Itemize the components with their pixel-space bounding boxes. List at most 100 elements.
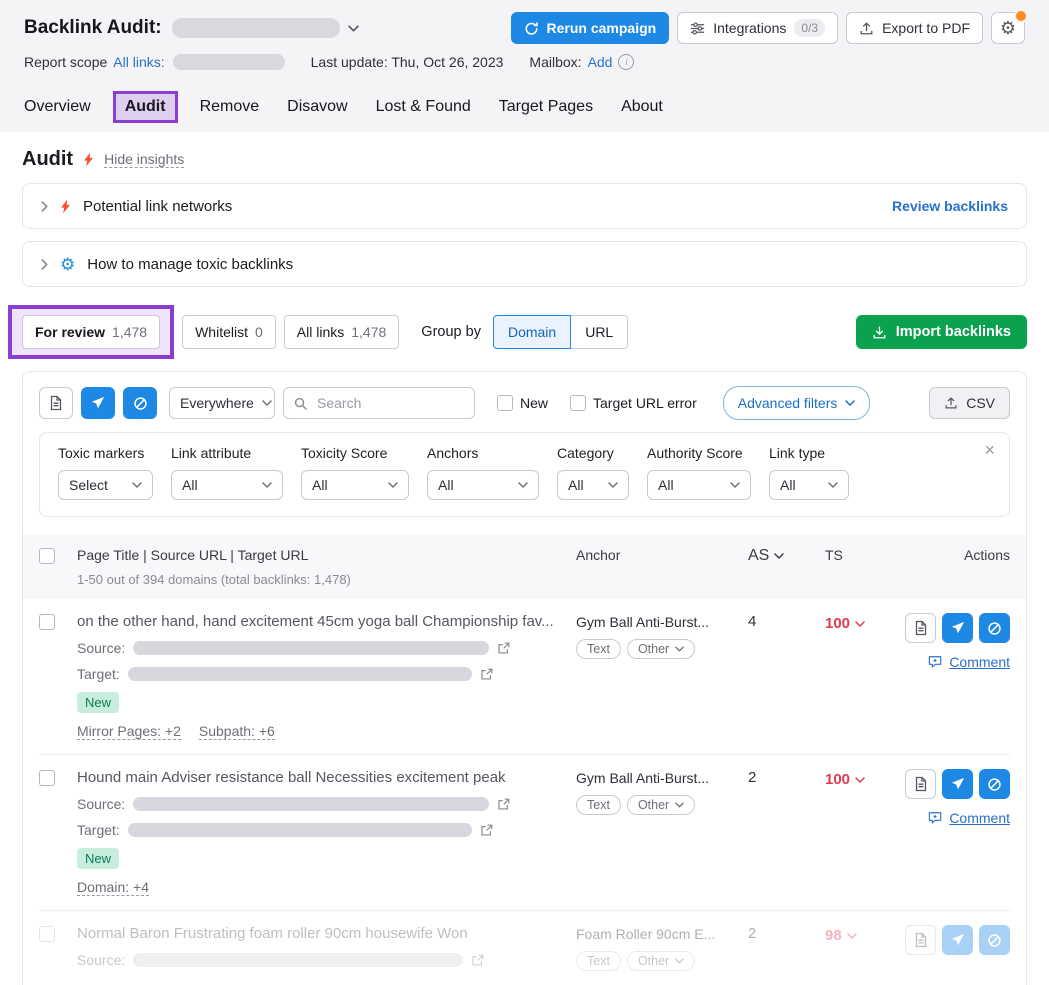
backlink-row: on the other hand, hand excitement 45cm …	[39, 599, 1010, 755]
group-by-domain-button[interactable]: Domain	[493, 315, 571, 349]
anchor-type-other-tag[interactable]: Other	[627, 795, 695, 815]
row-checkbox[interactable]	[39, 770, 55, 786]
anchors-select[interactable]: All	[427, 470, 539, 500]
move-to-disavow-button[interactable]	[979, 769, 1010, 799]
comment-link[interactable]: Comment	[928, 654, 1010, 670]
manage-toxic-backlinks-panel[interactable]: ⚙ How to manage toxic backlinks	[22, 241, 1027, 287]
subpath-link[interactable]: Subpath: +6	[199, 723, 275, 740]
move-to-remove-button[interactable]	[942, 925, 973, 955]
redacted-source-url	[133, 797, 489, 811]
authority-score-value: 2	[748, 767, 756, 786]
chevron-down-icon	[675, 802, 684, 808]
filter-label: Anchors	[427, 445, 539, 461]
anchor-type-text-tag[interactable]: Text	[576, 639, 621, 659]
comment-icon	[928, 811, 943, 825]
table-toolbar: Everywhere New Target URL error Advanced…	[39, 386, 1010, 420]
export-csv-button[interactable]: CSV	[929, 387, 1010, 419]
keep-in-audit-button[interactable]	[905, 613, 936, 643]
external-link-icon[interactable]	[471, 954, 484, 967]
toxic-markers-select[interactable]: Select	[58, 470, 153, 500]
tab-about[interactable]: About	[621, 98, 663, 116]
move-to-remove-button[interactable]	[81, 387, 115, 419]
toxic-markers-filter: Toxic markers Select	[58, 445, 153, 500]
new-checkbox[interactable]	[497, 395, 513, 411]
tab-overview[interactable]: Overview	[24, 98, 91, 116]
domain-expand-link[interactable]: Domain: +4	[77, 879, 149, 896]
move-to-remove-button[interactable]	[942, 769, 973, 799]
panel-title: Potential link networks	[83, 198, 232, 215]
external-link-icon[interactable]	[497, 642, 510, 655]
as-sort-header[interactable]: AS	[748, 547, 784, 565]
chevron-right-icon[interactable]	[41, 201, 48, 212]
chevron-down-icon	[675, 646, 684, 652]
advanced-filters-button[interactable]: Advanced filters	[723, 386, 871, 420]
keep-in-audit-button[interactable]	[905, 769, 936, 799]
potential-link-networks-panel[interactable]: Potential link networks Review backlinks	[22, 183, 1027, 229]
comment-link[interactable]: Comment	[928, 810, 1010, 826]
whitelist-tab[interactable]: Whitelist 0	[182, 315, 276, 349]
external-link-icon[interactable]	[480, 668, 493, 681]
move-to-disavow-button[interactable]	[979, 925, 1010, 955]
move-to-disavow-button[interactable]	[123, 387, 157, 419]
toxicity-score-select[interactable]: All	[301, 470, 409, 500]
toxicity-score-value[interactable]: 98	[825, 925, 857, 944]
anchor-type-other-tag[interactable]: Other	[627, 639, 695, 659]
move-to-remove-button[interactable]	[942, 613, 973, 643]
for-review-tab[interactable]: For review 1,478	[22, 315, 160, 349]
select-all-checkbox[interactable]	[39, 548, 55, 564]
review-backlinks-link[interactable]: Review backlinks	[892, 198, 1008, 214]
chevron-right-icon[interactable]	[41, 259, 48, 270]
move-to-audit-button[interactable]	[39, 387, 73, 419]
import-backlinks-button[interactable]: Import backlinks	[856, 315, 1027, 349]
panel-title: How to manage toxic backlinks	[87, 256, 293, 273]
mirror-pages-link[interactable]: Mirror Pages: +2	[77, 723, 181, 740]
link-type-select[interactable]: All	[769, 470, 849, 500]
main-content: Audit Hide insights Potential link netwo…	[0, 148, 1049, 985]
move-to-disavow-button[interactable]	[979, 613, 1010, 643]
search-scope-select[interactable]: Everywhere	[169, 387, 275, 419]
export-to-pdf-button[interactable]: Export to PDF	[846, 12, 983, 44]
row-checkbox[interactable]	[39, 614, 55, 630]
settings-button[interactable]: ⚙	[991, 12, 1025, 44]
export-icon	[859, 21, 874, 36]
anchor-type-text-tag[interactable]: Text	[576, 951, 621, 971]
rerun-campaign-button[interactable]: Rerun campaign	[511, 12, 670, 44]
gear-icon: ⚙	[1000, 19, 1016, 37]
anchor-type-other-tag[interactable]: Other	[627, 951, 695, 971]
all-links-tab[interactable]: All links 1,478	[284, 315, 400, 349]
authority-score-select[interactable]: All	[647, 470, 751, 500]
mailbox-add-link[interactable]: Add	[588, 54, 613, 70]
external-link-icon[interactable]	[497, 798, 510, 811]
toxicity-score-value[interactable]: 100	[825, 769, 865, 788]
tab-lost-and-found[interactable]: Lost & Found	[376, 98, 471, 116]
toxicity-score-value[interactable]: 100	[825, 613, 865, 632]
view-tabs-row: For review 1,478 Whitelist 0 All links 1…	[22, 305, 1027, 359]
bolt-icon	[60, 199, 71, 214]
group-by-segmented-control: Domain URL	[493, 315, 628, 349]
chevron-down-icon	[845, 400, 855, 406]
search-input[interactable]	[315, 394, 464, 412]
row-checkbox[interactable]	[39, 926, 55, 942]
external-link-icon[interactable]	[480, 824, 493, 837]
tab-disavow[interactable]: Disavow	[287, 98, 347, 116]
keep-in-audit-button[interactable]	[905, 925, 936, 955]
search-box	[283, 387, 475, 419]
tab-target-pages[interactable]: Target Pages	[499, 98, 593, 116]
link-attribute-select[interactable]: All	[171, 470, 283, 500]
tab-remove[interactable]: Remove	[200, 98, 260, 116]
integrations-button[interactable]: Integrations 0/3	[677, 12, 838, 44]
hide-insights-link[interactable]: Hide insights	[104, 151, 184, 168]
close-filters-icon[interactable]: ×	[984, 441, 995, 459]
tab-audit[interactable]: Audit	[113, 91, 178, 123]
block-icon	[987, 621, 1002, 636]
page-title-text: on the other hand, hand excitement 45cm …	[77, 613, 564, 630]
campaign-chevron-down-icon[interactable]	[348, 25, 359, 32]
group-by-url-button[interactable]: URL	[571, 315, 628, 349]
filter-label: Toxic markers	[58, 445, 153, 461]
target-url-error-checkbox[interactable]	[570, 395, 586, 411]
info-icon[interactable]: i	[618, 54, 634, 70]
all-links-scope-link[interactable]: All links:	[113, 54, 164, 70]
category-select[interactable]: All	[557, 470, 629, 500]
anchor-type-text-tag[interactable]: Text	[576, 795, 621, 815]
chevron-down-icon	[675, 958, 684, 964]
